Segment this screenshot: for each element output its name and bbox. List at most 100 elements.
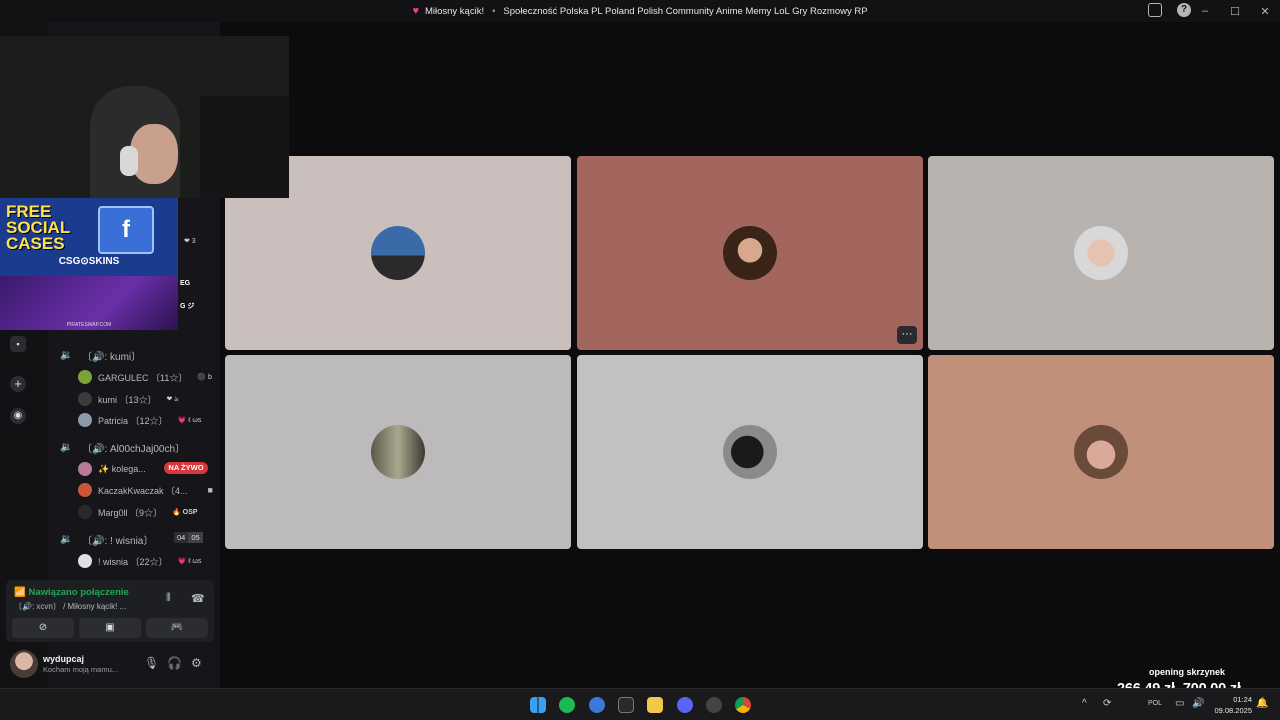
close-icon[interactable]: ✕ [1250, 5, 1280, 18]
server-icon[interactable]: ▪ [10, 336, 26, 352]
chevron-up-icon[interactable]: ^ [1082, 698, 1087, 709]
video-tile[interactable]: ··· [577, 156, 923, 350]
explore-icon[interactable]: ◉ [10, 408, 26, 424]
sync-icon[interactable]: ⟳ [1103, 698, 1111, 709]
avatar [371, 425, 425, 479]
count-limit: 05 [188, 532, 203, 543]
video-stage: ··· [220, 22, 1280, 688]
user-name: ✨ kolega... [98, 463, 146, 474]
camera-off-button[interactable]: ⊘ [12, 618, 74, 638]
chrome-icon[interactable] [735, 697, 751, 713]
user-name: kumi 〔13☆〕 [98, 394, 157, 405]
avatar [1074, 226, 1128, 280]
voice-user[interactable]: kumi 〔13☆〕 ❤ ঌ [78, 392, 179, 406]
file-explorer-icon[interactable] [647, 697, 663, 713]
video-tile[interactable] [928, 355, 1274, 549]
channel-name: 〔🔊: ! wisnia〕 [82, 536, 154, 547]
spotify-icon[interactable] [559, 697, 575, 713]
clock-time: 01:24 [1233, 695, 1252, 704]
avatar [78, 413, 92, 427]
count-current: 04 [174, 532, 189, 543]
video-tile[interactable] [928, 156, 1274, 350]
ad-banner: FREE SOCIAL CASES f CSG⊙SKINS PIRATESWAP… [0, 198, 178, 330]
window-controls: – ☐ ✕ [1190, 0, 1280, 22]
avatar [723, 425, 777, 479]
voice-user[interactable]: Patricia 〔12☆〕 💗 ℓ ωs [78, 413, 201, 427]
monitor [200, 96, 289, 198]
connected-channel[interactable]: 〔🔊: xcvn〕 / Miłosny kącik! ... [14, 601, 126, 612]
ad-brand: CSG⊙SKINS [58, 256, 120, 267]
avatar [78, 483, 92, 497]
add-server-icon[interactable]: + [10, 376, 26, 392]
avatar [78, 370, 92, 384]
server-name: Miłosny kącik! [424, 5, 485, 17]
overlay-title: opening skrzynek [1149, 667, 1226, 677]
gear-icon[interactable]: ⚙ [191, 656, 202, 670]
notification-icon[interactable]: 🔔 [1256, 698, 1268, 709]
user-name: KaczakKwaczak 〔4... [98, 485, 188, 496]
avatar [78, 392, 92, 406]
speaker-icon: 🔉 [60, 442, 73, 453]
title-bar: ♥ Miłosny kącik! • Społeczność Polska PL… [0, 0, 1280, 22]
avatar [78, 554, 92, 568]
maximize-icon[interactable]: ☐ [1220, 5, 1250, 18]
voice-channel-wisnia[interactable]: 🔉 〔🔊: ! wisnia〕 [60, 532, 153, 547]
discord-icon[interactable] [677, 697, 693, 713]
case-icon: f [98, 206, 154, 254]
channel-name: 〔🔊: kumi〕 [82, 352, 142, 363]
epic-games-icon[interactable] [618, 697, 634, 713]
user-name: Patricia 〔12☆〕 [98, 415, 168, 426]
community-title: Społeczność Polska PL Poland Polish Comm… [503, 5, 868, 17]
inbox-icon[interactable] [1148, 3, 1162, 17]
connection-status: 📶 Nawiązano połączenie [14, 587, 129, 598]
clock-date: 09.08.2025 [1214, 706, 1252, 715]
avatar [78, 505, 92, 519]
avatar[interactable] [10, 650, 38, 678]
windows-start-icon[interactable] [530, 697, 546, 713]
microphone-icon[interactable]: 🎙 [144, 656, 159, 670]
clock[interactable]: 01:24 09.08.2025 [1214, 694, 1252, 716]
voice-user[interactable]: ! wisnia 〔22☆〕 💗 ℓ ωs [78, 554, 201, 568]
volume-icon[interactable]: 🔊 [1192, 698, 1204, 709]
more-options-button[interactable]: ··· [897, 326, 917, 344]
network-icon[interactable]: ▭ [1175, 698, 1184, 709]
voice-user[interactable]: ✨ kolega... [78, 462, 146, 476]
user-badge: 💗 ℓ ωs [177, 558, 202, 565]
ad-headline: FREE SOCIAL CASES [6, 202, 70, 253]
voice-user[interactable]: GARGULEC 〔11☆〕 ⚫ b [78, 370, 212, 384]
noise-suppression-icon[interactable]: ⦀ [166, 592, 171, 605]
lang-indicator[interactable]: POL [1148, 700, 1162, 707]
ad-bottom: PIRATESWAP.COM [0, 276, 178, 330]
voice-channel-kumi[interactable]: 🔉 〔🔊: kumi〕 [60, 348, 141, 363]
voice-user[interactable]: KaczakKwaczak 〔4... ■ [78, 483, 213, 497]
screen-share-button[interactable]: ▣ [79, 618, 141, 638]
user-badge: 🔥 OSP [172, 509, 198, 516]
video-tile[interactable] [577, 355, 923, 549]
video-tile[interactable] [225, 355, 571, 549]
avatar [371, 226, 425, 280]
disconnect-icon[interactable]: ☎ [191, 592, 205, 605]
headphones-icon[interactable]: 🎧 [167, 656, 182, 670]
user-panel: wydupcaj Kocham moją mamu... 🎙 🎧 ⚙ [6, 646, 214, 682]
custom-status: Kocham moją mamu... [43, 665, 119, 674]
speaker-icon: 🔉 [60, 534, 73, 545]
partial-badge: G ジ [180, 303, 195, 310]
help-icon[interactable]: ? [1177, 3, 1191, 17]
headphones-overlay [120, 146, 138, 176]
channel-name: 〔🔊: Al00chJaj00ch〕 [82, 444, 186, 455]
username: wydupcaj [43, 654, 85, 664]
minimize-icon[interactable]: – [1190, 5, 1220, 17]
voice-channel-al00ch[interactable]: 🔉 〔🔊: Al00chJaj00ch〕 [60, 440, 185, 455]
browser-icon[interactable] [589, 697, 605, 713]
activity-button[interactable]: 🎮 [146, 618, 208, 638]
ad-site: PIRATESWAP.COM [66, 322, 112, 328]
heart-icon: ♥ [412, 5, 419, 17]
app-icon[interactable] [706, 697, 722, 713]
user-badge: 💗 ℓ ωs [177, 417, 202, 424]
user-name: GARGULEC 〔11☆〕 [98, 372, 188, 383]
voice-user[interactable]: Marg0ll 〔9☆〕 🔥 OSP [78, 505, 197, 519]
speaker-icon: 🔉 [60, 350, 73, 361]
user-count: 04 05 [174, 532, 203, 543]
user-badge: ❤ ঌ [166, 396, 179, 403]
avatar [78, 462, 92, 476]
